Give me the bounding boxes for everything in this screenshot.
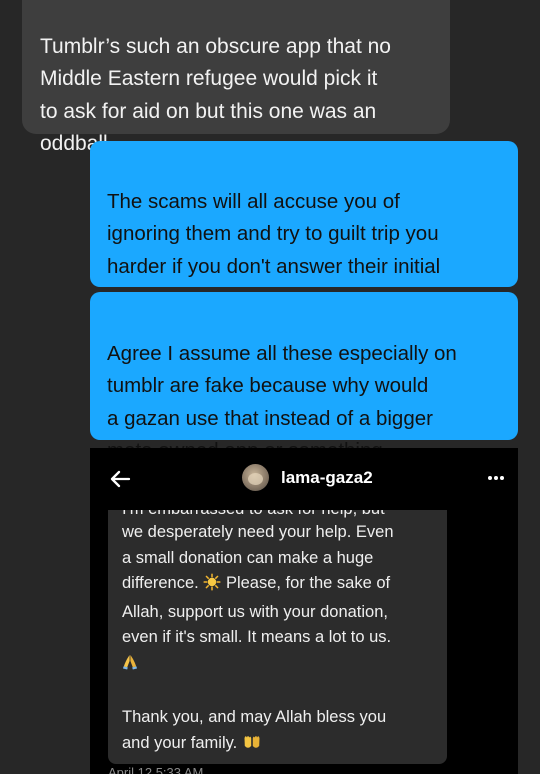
more-horizontal-icon[interactable] <box>486 468 506 488</box>
received-message-bubble: Tumblr’s such an obscure app that no Mid… <box>22 0 450 155</box>
sun-emoji <box>203 573 221 600</box>
tumblr-message-area: I'm embarrassed to ask for help, but we … <box>90 510 518 774</box>
received-message-text: Tumblr’s such an obscure app that no Mid… <box>40 34 391 156</box>
sent-message-bubble: Agree I assume all these especially on t… <box>90 292 518 462</box>
message-text: we desperately need your help. Even a sm… <box>122 520 442 759</box>
message-card: I'm embarrassed to ask for help, but we … <box>108 510 447 764</box>
sent-message-bubble: The scams will all accuse you of ignorin… <box>90 141 518 310</box>
message-timestamp: April 12 5:33 AM <box>108 765 204 774</box>
tumblr-screenshot-header: lama-gaza2 <box>90 448 518 510</box>
sent-message-text: Agree I assume all these especially on t… <box>107 341 457 463</box>
folded-hands-emoji <box>122 653 138 680</box>
raised-hands-emoji <box>242 733 262 760</box>
username[interactable]: lama-gaza2 <box>281 467 373 489</box>
avatar[interactable] <box>242 464 269 491</box>
arrow-left-icon[interactable] <box>108 466 134 492</box>
avatar-image-detail <box>248 473 263 485</box>
